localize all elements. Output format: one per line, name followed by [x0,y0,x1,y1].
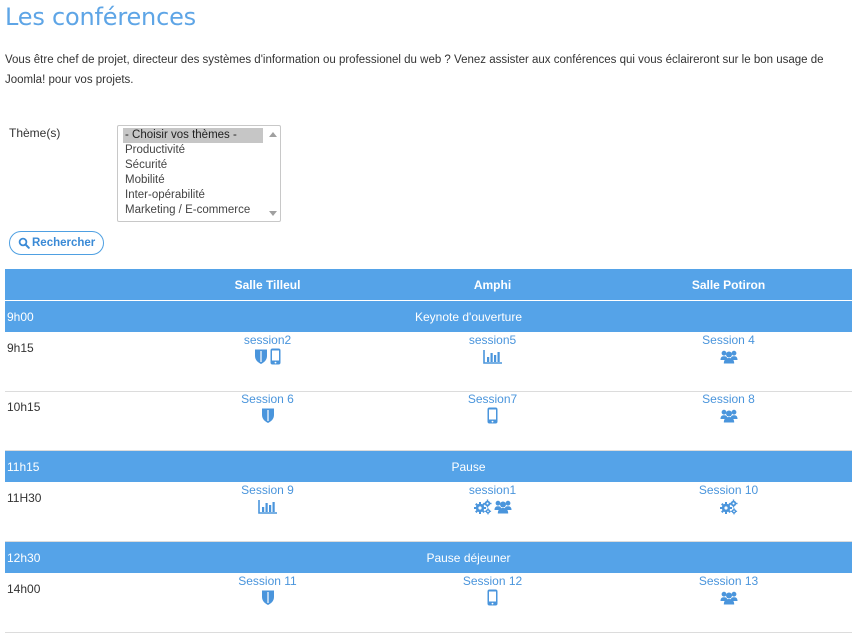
break-row: 11h15 Pause [5,450,852,483]
session-link-session5[interactable]: session5 [380,333,605,347]
session-link-session-4[interactable]: Session 4 [605,333,852,347]
session-link-session1[interactable]: session1 [380,483,605,497]
header-salle-tilleul: Salle Tilleul [155,269,380,301]
session-row: 9h15 session2 session5 Session 4 [5,332,852,392]
theme-icons [155,348,380,370]
session-cell: Session 13 [605,573,852,633]
time-slot: 10h15 [5,391,155,451]
session-cell: session2 [155,332,380,392]
mobile-icon [487,589,498,611]
session-cell: Session7 [380,391,605,451]
header-amphi: Amphi [380,269,605,301]
theme-icons [605,409,852,427]
session-cell: Session 8 [605,391,852,451]
schedule-header: Salle Tilleul Amphi Salle Potiron [5,269,852,301]
theme-scrollbar[interactable] [265,126,280,221]
session-cell: session1 [380,482,605,542]
theme-icons [380,589,605,611]
header-salle-potiron: Salle Potiron [605,269,852,301]
session-cell: Session 10 [605,482,852,542]
theme-icons [605,499,852,520]
theme-label: Thème(s) [9,126,61,140]
session-row: 14h00 Session 11 Session 12 Session 13 [5,573,852,633]
theme-option[interactable]: - Choisir vos thèmes - [123,128,263,143]
session-link-session2[interactable]: session2 [155,333,380,347]
session-link-session-13[interactable]: Session 13 [605,574,852,588]
theme-option[interactable]: Mobilité [123,173,263,188]
break-row: 12h30 Pause déjeuner [5,541,852,574]
break-label: Pause déjeuner [155,541,852,574]
session-cell: Session 11 [155,573,380,633]
theme-icons [380,499,605,520]
theme-option[interactable]: Marketing / E-commerce [123,203,263,218]
header-time [5,269,155,301]
theme-icons [155,500,380,518]
time-slot: 11h15 [5,450,155,483]
theme-option[interactable]: Productivité [123,143,263,158]
shield-icon [254,348,268,370]
session-link-session-12[interactable]: Session 12 [380,574,605,588]
session-link-session-9[interactable]: Session 9 [155,483,380,497]
bar-chart-icon [482,349,503,369]
bar-chart-icon [257,499,278,519]
shield-icon [261,589,275,611]
session-link-session-8[interactable]: Session 8 [605,392,852,406]
search-button[interactable]: Rechercher [9,231,104,255]
theme-icons [605,591,852,609]
page-title: Les conférences [5,3,196,31]
theme-icons [155,589,380,611]
search-button-label: Rechercher [32,237,96,249]
mobile-icon [270,348,281,370]
users-icon [720,590,738,610]
break-label: Keynote d'ouverture [155,300,852,333]
session-cell: Session 6 [155,391,380,451]
time-slot: 9h00 [5,300,155,333]
session-cell: Session 9 [155,482,380,542]
session-row: 10h15 Session 6 Session7 Session 8 [5,391,852,451]
session-row: 11H30 Session 9 session1 Session 10 [5,482,852,542]
schedule-table: Salle Tilleul Amphi Salle Potiron 9h00 Ke… [5,269,852,633]
session-cell: session5 [380,332,605,392]
scroll-down-icon[interactable] [269,211,277,216]
theme-multiselect[interactable]: - Choisir vos thèmes - Productivité Sécuri… [117,125,281,222]
time-slot: 14h00 [5,573,155,633]
scroll-up-icon[interactable] [269,132,277,137]
gears-icon [719,499,738,520]
theme-icons [380,350,605,368]
time-slot: 9h15 [5,332,155,392]
session-link-session-10[interactable]: Session 10 [605,483,852,497]
break-row: 9h00 Keynote d'ouverture [5,300,852,333]
time-slot: 12h30 [5,541,155,574]
users-icon [494,499,512,519]
time-slot: 11H30 [5,482,155,542]
theme-options[interactable]: - Choisir vos thèmes - Productivité Sécuri… [123,128,263,218]
shield-icon [261,407,275,429]
theme-icons [380,407,605,429]
session-link-session-11[interactable]: Session 11 [155,574,380,588]
search-icon [18,237,30,249]
break-label: Pause [155,450,852,483]
theme-option[interactable]: Inter-opérabilité [123,188,263,203]
theme-option[interactable]: Sécurité [123,158,263,173]
session-cell: Session 4 [605,332,852,392]
theme-icons [155,407,380,429]
session-link-session7[interactable]: Session7 [380,392,605,406]
users-icon [720,408,738,428]
gears-icon [473,499,492,520]
intro-text: Vous être chef de projet, directeur des … [5,54,824,86]
session-cell: Session 12 [380,573,605,633]
theme-icons [605,350,852,368]
users-icon [720,349,738,369]
session-link-session-6[interactable]: Session 6 [155,392,380,406]
mobile-icon [487,407,498,429]
